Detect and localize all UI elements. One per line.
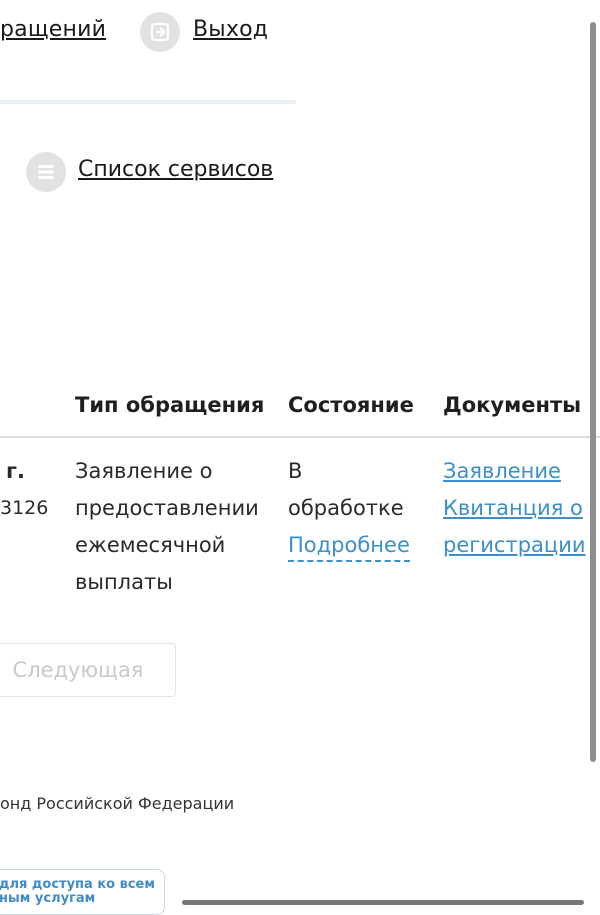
document-link-receipt[interactable]: Квитанция о: [443, 490, 586, 527]
date-cell: г.: [6, 459, 25, 483]
document-link-application[interactable]: Заявление: [443, 453, 586, 490]
details-link[interactable]: Подробнее: [288, 530, 410, 562]
next-page-button[interactable]: Следующая: [0, 643, 176, 697]
documents-cell: Заявление Квитанция о регистрации: [443, 453, 586, 564]
vertical-scrollbar[interactable]: [590, 22, 596, 762]
document-link-registration[interactable]: регистрации: [443, 527, 586, 564]
services-list-link[interactable]: Список сервисов: [78, 157, 273, 182]
footer-copyright: онд Российской Федерации: [0, 794, 235, 813]
home-indicator: [182, 900, 584, 905]
nav-appeals-link[interactable]: ращений: [0, 17, 106, 42]
access-badge[interactable]: для доступа ко всем ным услугам: [0, 869, 165, 915]
status-cell: В обработке Подробнее: [288, 453, 410, 564]
appeal-type-cell: Заявление о предоставлении ежемесячной в…: [75, 459, 259, 594]
column-header-documents: Документы: [443, 393, 582, 417]
column-header-type: Тип обращения: [75, 393, 265, 417]
exit-arrow-icon[interactable]: [140, 12, 180, 52]
table-header-divider: [0, 436, 600, 438]
header-divider: [0, 100, 296, 104]
column-header-status: Состояние: [288, 393, 414, 417]
exit-link[interactable]: Выход: [193, 17, 268, 42]
number-cell: 3126: [0, 497, 49, 519]
list-icon[interactable]: [26, 152, 66, 192]
